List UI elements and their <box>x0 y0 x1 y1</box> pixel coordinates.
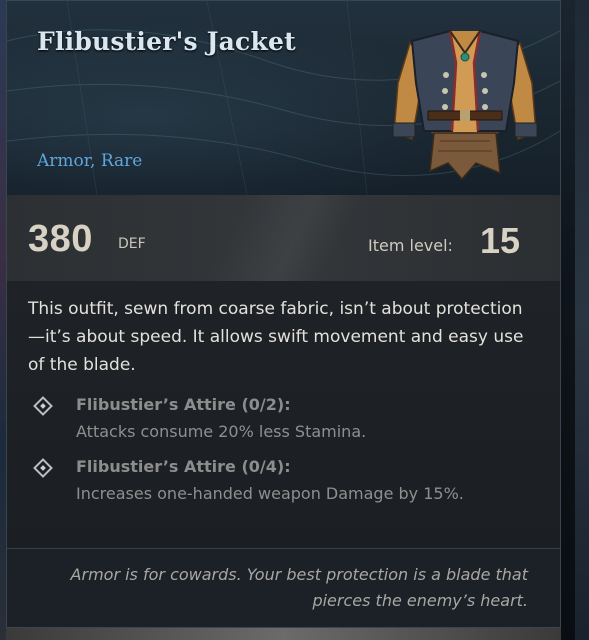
item-level-label: Item level: <box>368 236 453 255</box>
flavor-text: Armor is for cowards. Your best protecti… <box>70 565 528 610</box>
defense-unit: DEF <box>118 236 146 252</box>
set-bonus-effect: Increases one-handed weapon Damage by 15… <box>76 484 464 503</box>
flavor-divider <box>7 548 560 549</box>
bottom-frame-strip <box>6 628 561 640</box>
background-edge-right <box>575 0 589 640</box>
jacket-icon <box>392 29 538 181</box>
defense-value: 380 <box>28 218 93 260</box>
item-level-value: 15 <box>480 220 521 261</box>
set-bonus-name: Flibustier’s Attire (0/4): <box>76 457 291 476</box>
set-bonus-name: Flibustier’s Attire (0/2): <box>76 395 291 414</box>
item-type-rarity: Armor, Rare <box>37 151 143 171</box>
item-name: Flibustier's Jacket <box>37 27 296 56</box>
set-bonus-effect: Attacks consume 20% less Stamina. <box>76 422 367 441</box>
item-description: This outfit, sewn from coarse fabric, is… <box>28 299 524 375</box>
